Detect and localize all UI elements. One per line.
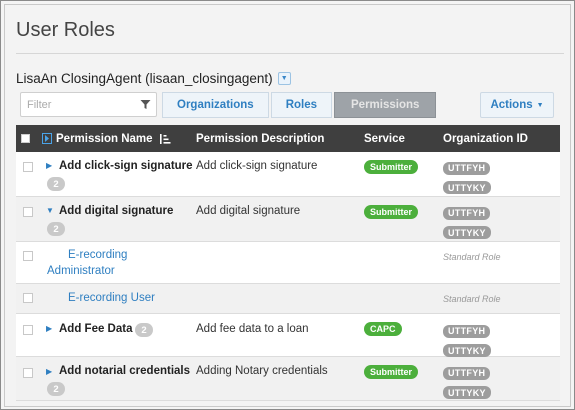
title-divider — [16, 53, 564, 54]
header-permission-name-label: Permission Name — [56, 132, 153, 145]
org-id-tag: UTTFYH — [443, 161, 491, 175]
expand-right-icon[interactable]: ▶ — [46, 324, 52, 333]
filter-field[interactable] — [20, 92, 157, 117]
window-frame: User Roles LisaAn ClosingAgent (lisaan_c… — [0, 0, 575, 410]
table-row[interactable]: E-recording Administrator Standard Role — [16, 242, 560, 284]
service-badge: Submitter — [364, 365, 419, 379]
permission-description: Add fee data to a loan — [196, 323, 309, 335]
role-note: Standard Role — [443, 294, 501, 304]
page-title: User Roles — [16, 19, 115, 41]
tab-roles[interactable]: Roles — [270, 92, 333, 118]
org-id-tag: UTTFYH — [443, 206, 491, 220]
org-id-list: UTTFYH UTTYKY — [443, 363, 491, 402]
user-name: LisaAn ClosingAgent (lisaan_closingagent… — [16, 70, 273, 86]
column-picker-icon[interactable] — [42, 133, 52, 144]
select-all-cell — [16, 125, 30, 152]
count-badge: 2 — [47, 222, 65, 236]
row-checkbox[interactable] — [23, 325, 33, 335]
expand-right-icon[interactable]: ▶ — [46, 161, 52, 170]
count-badge: 2 — [47, 177, 65, 191]
row-checkbox[interactable] — [23, 368, 33, 378]
table-row[interactable]: ▶ Add click-sign signature 2 Add click-s… — [16, 152, 560, 197]
actions-label: Actions — [490, 99, 533, 111]
table-row[interactable]: ▶ Add Fee Data 2 Add fee data to a loan … — [16, 314, 560, 357]
row-checkbox[interactable] — [23, 293, 33, 303]
tab-permissions[interactable]: Permissions — [334, 92, 437, 118]
permission-name: Add digital signature — [59, 205, 174, 217]
tab-organizations[interactable]: Organizations — [162, 92, 269, 118]
org-id-tag: UTTYKY — [443, 181, 491, 194]
org-id-list: UTTFYH UTTYKY — [443, 203, 491, 242]
row-checkbox[interactable] — [23, 251, 33, 261]
permission-name: Add Fee Data — [59, 323, 133, 335]
role-name-link[interactable]: Administrator — [47, 263, 115, 279]
expand-down-icon[interactable]: ▼ — [46, 206, 54, 215]
view-tabs: Organizations Roles Permissions — [162, 92, 438, 118]
actions-button[interactable]: Actions ▼ — [480, 92, 554, 118]
org-id-list: UTTFYH UTTYKY — [443, 158, 491, 197]
count-badge: 2 — [135, 323, 153, 337]
service-badge: Submitter — [364, 160, 419, 174]
org-id-tag: UTTFYH — [443, 324, 491, 338]
table-row[interactable]: E-recording User Standard Role — [16, 284, 560, 314]
org-id-tag: UTTYKY — [443, 344, 491, 357]
table-header: Permission Name Permission Description S… — [16, 125, 560, 152]
org-id-tag: UTTYKY — [443, 226, 491, 239]
chevron-down-icon: ▼ — [536, 101, 544, 109]
permissions-table: Permission Name Permission Description S… — [16, 125, 560, 401]
row-checkbox[interactable] — [23, 162, 33, 172]
funnel-icon[interactable] — [140, 99, 151, 110]
row-checkbox[interactable] — [23, 207, 33, 217]
header-permission-description[interactable]: Permission Description — [196, 125, 324, 152]
service-badge: Submitter — [364, 205, 419, 219]
role-note: Standard Role — [443, 252, 501, 262]
permission-description: Add digital signature — [196, 205, 301, 217]
role-name-link[interactable]: E-recording User — [68, 290, 155, 306]
table-row[interactable]: ▶ Add notarial credentials 2 Adding Nota… — [16, 357, 560, 401]
count-badge: 2 — [47, 382, 65, 396]
sort-icon[interactable] — [159, 133, 171, 145]
table-row[interactable]: ▼ Add digital signature 2 Add digital si… — [16, 197, 560, 242]
permission-name: Add notarial credentials — [59, 365, 191, 377]
select-all-checkbox[interactable] — [21, 134, 30, 143]
role-name-link[interactable]: E-recording — [68, 247, 127, 263]
expand-right-icon[interactable]: ▶ — [46, 367, 52, 376]
org-id-tag: UTTYKY — [443, 386, 491, 399]
chevron-down-icon[interactable]: ▼ — [277, 71, 291, 85]
service-badge: CAPC — [364, 322, 402, 336]
header-permission-name[interactable]: Permission Name — [42, 125, 171, 152]
filter-input[interactable] — [21, 93, 133, 116]
permission-description: Adding Notary credentials — [196, 365, 328, 377]
user-roles-panel: User Roles LisaAn ClosingAgent (lisaan_c… — [4, 4, 571, 407]
permission-name: Add click-sign signature — [59, 160, 193, 172]
org-id-list: UTTFYH UTTYKY — [443, 321, 491, 360]
permission-description: Add click-sign signature — [196, 160, 318, 172]
header-service[interactable]: Service — [364, 125, 405, 152]
org-id-tag: UTTFYH — [443, 366, 491, 380]
header-organization-id[interactable]: Organization ID — [443, 125, 528, 152]
user-selector[interactable]: LisaAn ClosingAgent (lisaan_closingagent… — [16, 68, 291, 88]
